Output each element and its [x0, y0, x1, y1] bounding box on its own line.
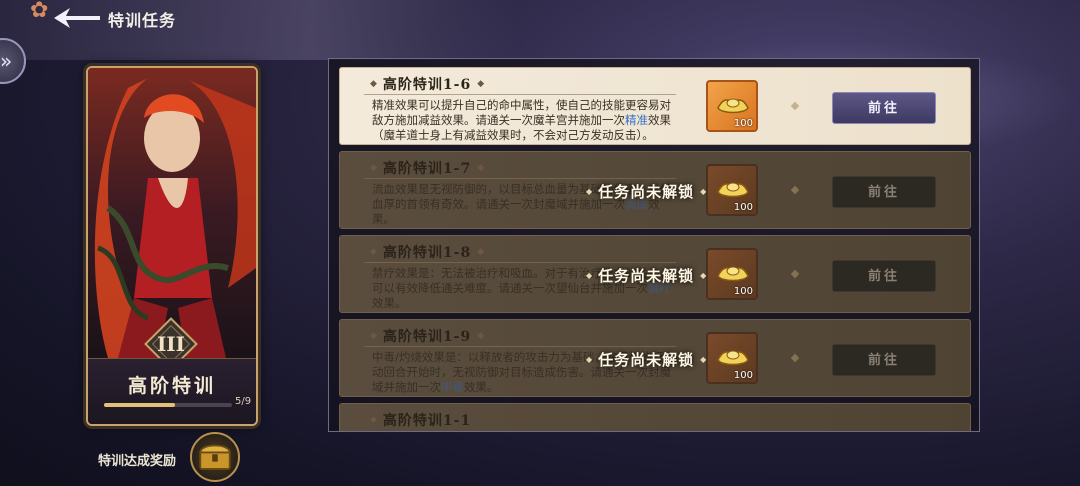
lock-text: 任务尚未解锁 [598, 350, 695, 369]
divider-dot [790, 353, 800, 363]
task-title: 高阶特训1-1 [382, 413, 472, 429]
task-title: 高阶特训1-6 [382, 77, 472, 93]
title-rule [364, 94, 676, 95]
hero-card[interactable]: III 高阶特训 5/9 [86, 66, 258, 426]
lock-overlay: ◆ 任务尚未解锁 ◆ [580, 152, 712, 230]
reward-slot[interactable]: 100 [706, 80, 758, 132]
lock-dot: ◆ [586, 270, 593, 280]
task-row[interactable]: ◆ 高阶特训1-6 ◆ 精准效果可以提升自己的命中属性，使自己的技能更容易对敌方施加减… [339, 67, 971, 145]
gold-ingot-icon [717, 266, 749, 282]
task-list: ◆ 高阶特训1-6 ◆ 精准效果可以提升自己的命中属性，使自己的技能更容易对敌方施加减… [339, 67, 971, 431]
reward-slot[interactable]: 100 [706, 164, 758, 216]
reward-count: 100 [733, 370, 753, 381]
lock-dot: ◆ [700, 354, 707, 364]
gold-ingot-icon [717, 98, 749, 114]
divider-dot [790, 101, 800, 111]
hero-label-band: 高阶特训 5/9 [88, 358, 256, 424]
task-title-row: ◆ 高阶特训1-9 ◆ [364, 326, 490, 346]
task-panel: ◆ 高阶特训1-6 ◆ 精准效果可以提升自己的命中属性，使自己的技能更容易对敌方施加减… [328, 58, 980, 432]
back-arrow-icon[interactable] [52, 4, 102, 32]
title-dot: ◆ [370, 163, 377, 173]
title-dot: ◆ [477, 331, 485, 341]
task-title-row: ◆ 高阶特训1-6 ◆ [364, 74, 490, 94]
lock-dot: ◆ [700, 186, 707, 196]
task-title: 高阶特训1-8 [382, 245, 472, 261]
title-dot: ◆ [477, 163, 485, 173]
header: ✿ 特训任务 [0, 0, 420, 38]
progress-fill [104, 403, 176, 407]
lock-text: 任务尚未解锁 [598, 266, 695, 285]
lock-dot: ◆ [586, 354, 593, 364]
task-title-row: ◆ 高阶特训1-7 ◆ [364, 158, 490, 178]
divider-dot [790, 185, 800, 195]
reward-label: 特训达成奖励 [98, 454, 177, 469]
lock-dot: ◆ [700, 270, 707, 280]
title-dot: ◆ [370, 331, 377, 341]
title-dot: ◆ [370, 79, 377, 89]
lock-overlay: ◆ 任务尚未解锁 ◆ [580, 236, 712, 314]
desc-keyword: 精准 [625, 113, 648, 127]
go-button[interactable]: 前往 [832, 344, 936, 376]
reward-count: 100 [733, 202, 753, 213]
progress-text: 5/9 [235, 396, 252, 407]
reward-slot[interactable]: 100 [706, 248, 758, 300]
task-row[interactable]: ◆ 高阶特训1-7 ◆ 流血效果是无视防御的，以目标总血量为基础的伤害，对付血厚的首领… [339, 151, 971, 229]
reward-count: 100 [733, 286, 753, 297]
task-description: 精准效果可以提升自己的命中属性，使自己的技能更容易对敌方施加减益效果。请通关一次… [372, 98, 672, 143]
hero-name: 高阶特训 [127, 375, 216, 397]
go-button[interactable]: 前往 [832, 260, 936, 292]
go-button[interactable]: 前往 [832, 92, 936, 124]
task-row[interactable]: ◆ 高阶特训1-9 ◆ 中毒/灼烧效果是：以释放者的攻击力为基础，在目标的行动回合开始… [339, 319, 971, 397]
task-title-row: ◆ 高阶特训1-1 [364, 410, 471, 430]
desc-text: 效果。 [372, 296, 407, 310]
lock-dot: ◆ [586, 186, 593, 196]
reward-count: 100 [733, 118, 753, 129]
divider-dot [790, 269, 800, 279]
gold-ingot-icon [717, 182, 749, 198]
progress-bar [104, 403, 232, 407]
task-title: 高阶特训1-9 [382, 329, 472, 345]
task-row[interactable]: ◆ 高阶特训1-8 ◆ 禁疗效果是：无法被治疗和吸血。对于有治疗能力的关卡，可以有效降… [339, 235, 971, 313]
gold-ingot-icon [717, 350, 749, 366]
task-row: ◆ 高阶特训1-1 [339, 403, 971, 431]
reward-slot[interactable]: 100 [706, 332, 758, 384]
lock-text: 任务尚未解锁 [598, 182, 695, 201]
title-dot: ◆ [477, 247, 485, 257]
hero-portrait [88, 68, 256, 358]
desc-text: 效果。 [464, 380, 499, 394]
lock-overlay: ◆ 任务尚未解锁 ◆ [580, 320, 712, 398]
task-title-row: ◆ 高阶特训1-8 ◆ [364, 242, 490, 262]
page-title: 特训任务 [108, 11, 177, 30]
title-dot: ◆ [370, 415, 377, 425]
title-dot: ◆ [370, 247, 377, 257]
treasure-chest-icon[interactable] [190, 432, 240, 482]
rank-numeral: III [157, 332, 185, 356]
double-chevron-icon: » [0, 49, 13, 73]
title-dot: ◆ [477, 79, 485, 89]
desc-keyword: 中毒 [441, 380, 464, 394]
task-title: 高阶特训1-7 [382, 161, 472, 177]
go-button[interactable]: 前往 [832, 176, 936, 208]
